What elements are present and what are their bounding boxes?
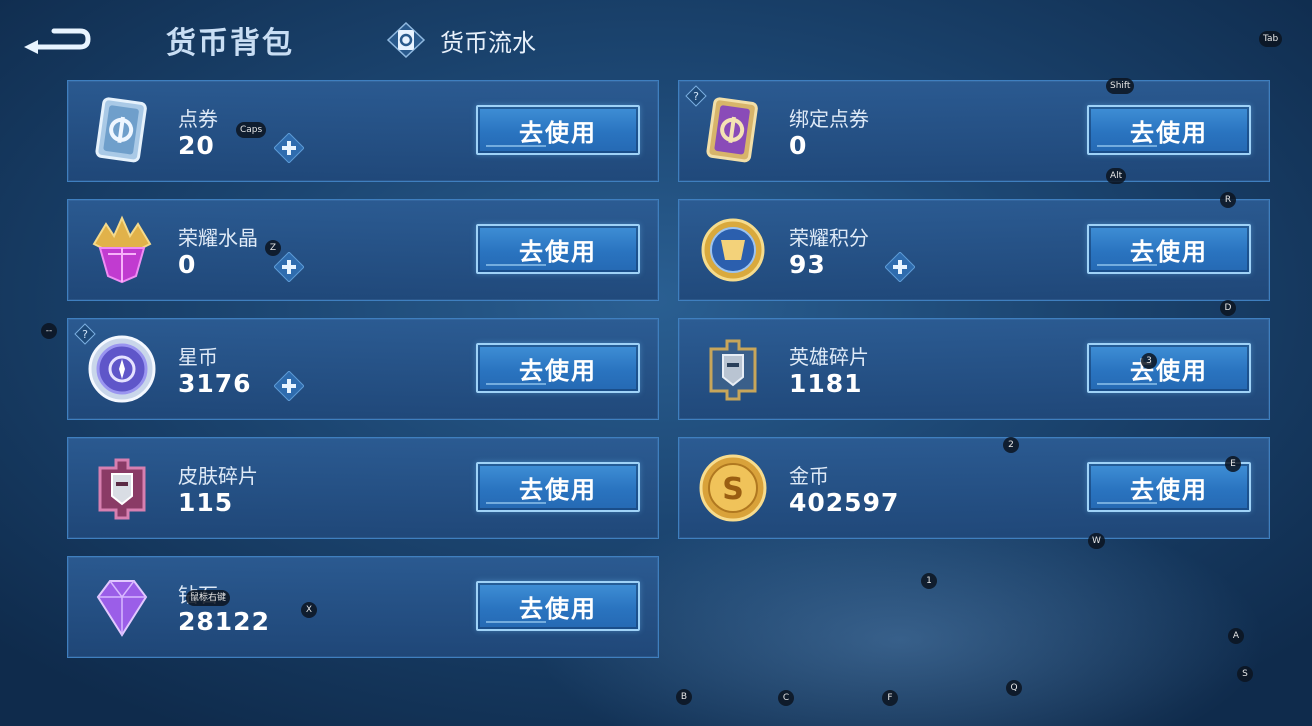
key-hint-a: A: [1228, 628, 1244, 644]
use-button[interactable]: 去使用: [476, 224, 640, 274]
gold-coin-icon: S: [699, 454, 767, 522]
currency-card-glory-points: 荣耀积分 93 去使用: [678, 199, 1270, 301]
key-hint-d: D: [1220, 300, 1236, 316]
currency-card-star-coin: ? 星币 3176 去使用: [67, 318, 659, 420]
currency-flow-icon: [386, 22, 426, 58]
key-hint-2: 2: [1003, 437, 1019, 453]
tab-currency-flow-label: 货币流水: [440, 28, 536, 57]
currency-card-coupon: 点券 20 去使用: [67, 80, 659, 182]
use-button[interactable]: 去使用: [476, 343, 640, 393]
key-hint-x: X: [301, 602, 317, 618]
currency-amount: 115: [178, 488, 234, 517]
key-hint-3: 3: [1141, 353, 1157, 369]
currency-amount: 402597: [789, 488, 900, 517]
key-hint-tab: Tab: [1259, 31, 1283, 47]
use-button[interactable]: 去使用: [1087, 343, 1251, 393]
currency-name: 英雄碎片: [789, 345, 869, 369]
bound-coupon-icon: [706, 97, 758, 163]
add-coupon-button[interactable]: [274, 133, 304, 163]
svg-text:S: S: [722, 472, 744, 507]
key-hint-1: 1: [921, 573, 937, 589]
currency-amount: 0: [178, 250, 197, 279]
key-hint-b: B: [676, 689, 692, 705]
currency-name: 荣耀积分: [789, 226, 869, 250]
currency-amount: 93: [789, 250, 826, 279]
key-hint-f: F: [882, 690, 898, 706]
page-title: 货币背包: [166, 26, 294, 61]
key-hint-alt: Alt: [1106, 168, 1127, 184]
add-glory-crystal-button[interactable]: [274, 252, 304, 282]
use-button[interactable]: 去使用: [1087, 224, 1251, 274]
currency-amount: 1181: [789, 369, 863, 398]
star-coin-icon: [88, 335, 156, 403]
currency-name: 星币: [178, 345, 218, 369]
key-hint-shift: Shift: [1106, 78, 1135, 94]
key-hint-e: E: [1225, 456, 1241, 472]
currency-card-glory-crystal: 荣耀水晶 0 去使用: [67, 199, 659, 301]
currency-name: 金币: [789, 464, 829, 488]
currency-amount: 28122: [178, 607, 270, 636]
currency-name: 皮肤碎片: [178, 464, 258, 488]
diamond-icon: [96, 580, 148, 637]
key-hint-c: C: [778, 690, 794, 706]
currency-card-hero-fragment: 英雄碎片 1181 去使用: [678, 318, 1270, 420]
add-glory-points-button[interactable]: [885, 252, 915, 282]
key-hint-caps: Caps: [236, 122, 267, 138]
currency-card-gold-coin: S 金币 402597 去使用: [678, 437, 1270, 539]
back-arrow-icon: [24, 28, 91, 54]
use-button[interactable]: 去使用: [476, 105, 640, 155]
key-hint-w: W: [1088, 533, 1105, 549]
currency-name: 绑定点券: [789, 107, 869, 131]
currency-amount: 20: [178, 131, 215, 160]
currency-card-skin-fragment: 皮肤碎片 115 去使用: [67, 437, 659, 539]
key-hint-r: R: [1220, 192, 1236, 208]
skin-fragment-icon: [98, 458, 146, 520]
currency-amount: 3176: [178, 369, 252, 398]
glory-points-icon: [701, 218, 765, 282]
use-button[interactable]: 去使用: [476, 462, 640, 512]
hero-fragment-icon: [709, 339, 757, 401]
glory-crystal-icon: [92, 215, 152, 284]
currency-amount: 0: [789, 131, 808, 160]
use-button[interactable]: 去使用: [476, 581, 640, 631]
tab-currency-flow[interactable]: 货币流水: [386, 22, 536, 58]
key-hint-dash: --: [41, 323, 57, 339]
back-button[interactable]: [22, 20, 94, 58]
key-hint-s: S: [1237, 666, 1253, 682]
currency-name: 荣耀水晶: [178, 226, 258, 250]
currency-card-diamond: 钻石 28122 去使用: [67, 556, 659, 658]
coupon-icon: [95, 97, 147, 163]
currency-name: 点券: [178, 107, 218, 131]
key-hint-mouse-right: 鼠标右键: [186, 590, 231, 606]
use-button[interactable]: 去使用: [1087, 105, 1251, 155]
key-hint-q: Q: [1006, 680, 1022, 696]
currency-card-bound-coupon: ? 绑定点券 0 去使用: [678, 80, 1270, 182]
key-hint-z: Z: [265, 240, 281, 256]
add-star-coin-button[interactable]: [274, 371, 304, 401]
